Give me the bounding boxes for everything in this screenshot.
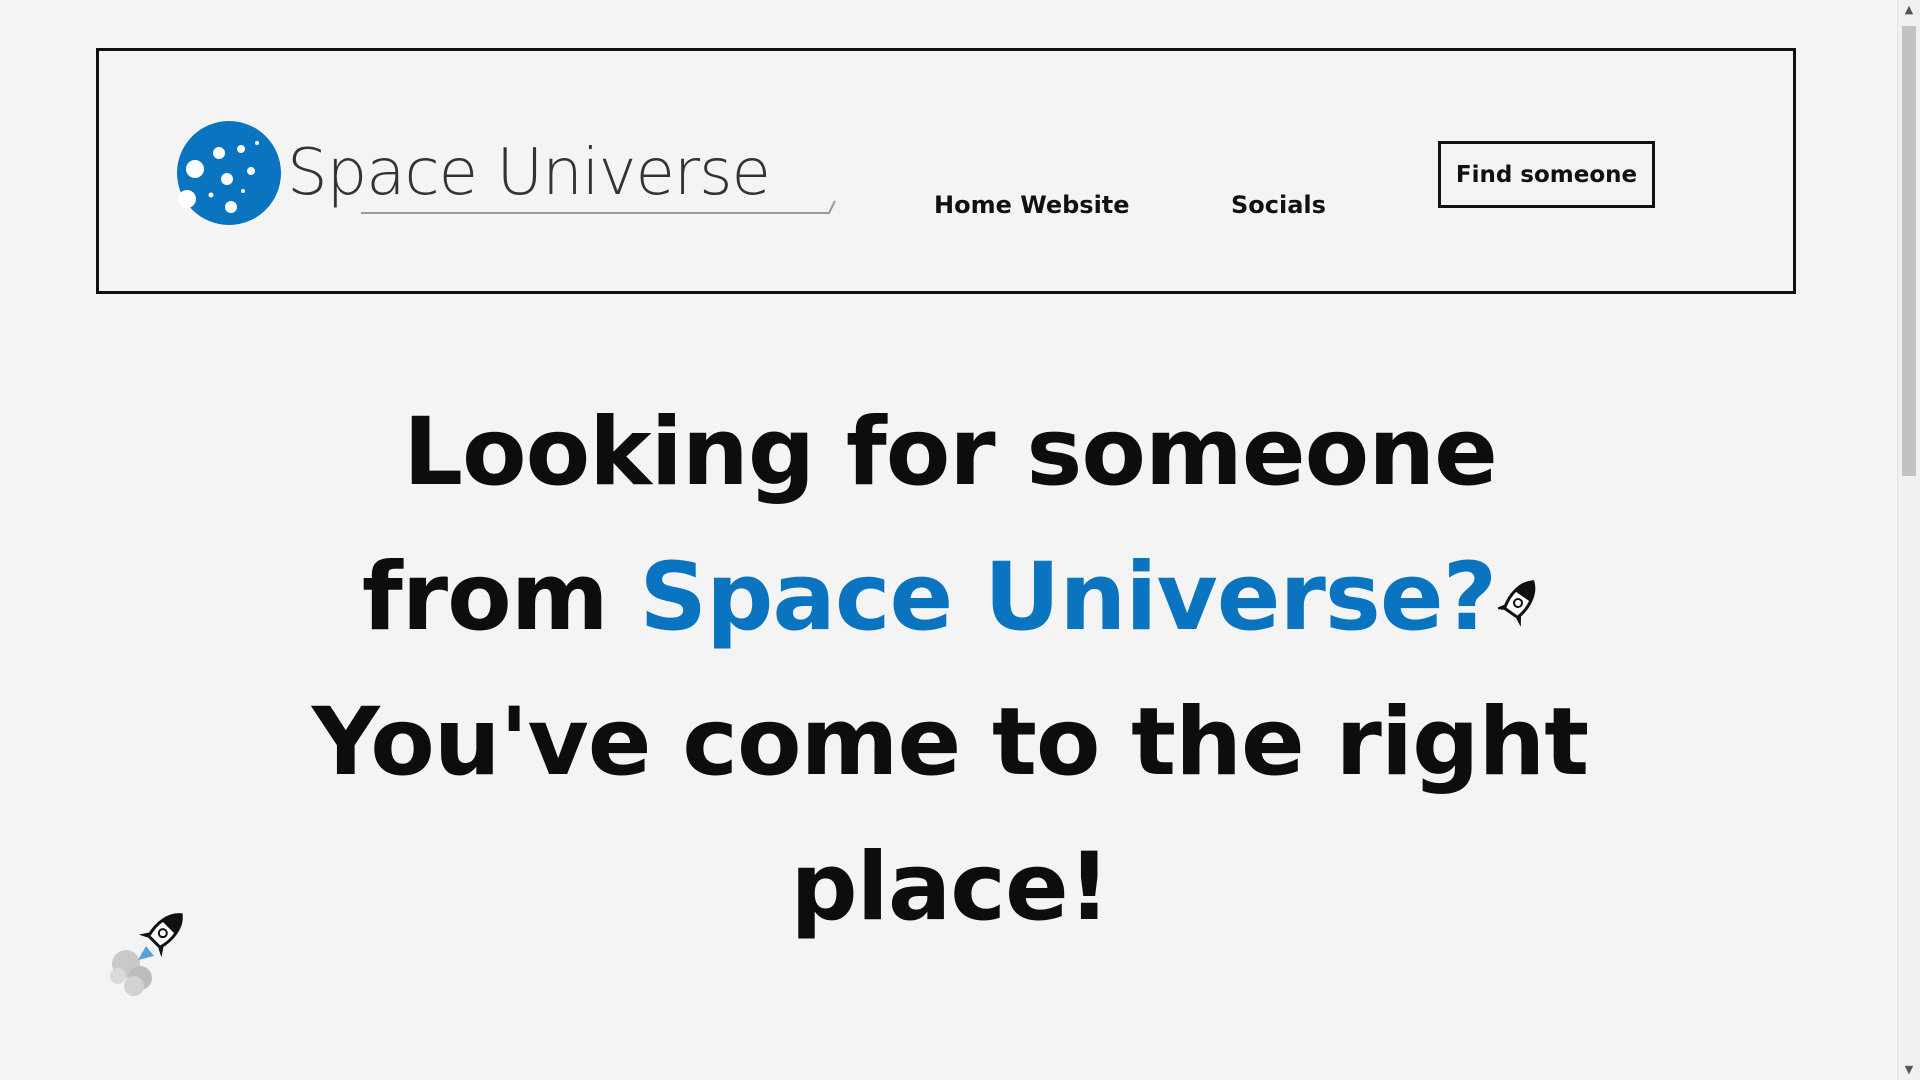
page: Space Universe Home Website Socials Find… <box>0 0 1920 1080</box>
hero-line-3: You've come to the right <box>311 688 1590 797</box>
hero-heading: Looking for someone from Space Universe?… <box>250 380 1650 960</box>
planet-logo-icon <box>177 121 281 225</box>
hero-line-2: from Space Universe? <box>250 525 1650 670</box>
logo-swoosh-icon <box>361 200 836 214</box>
hero-line-2-prefix: from <box>361 543 640 652</box>
hero-line-1: Looking for someone <box>403 398 1498 507</box>
scroll-up-arrow[interactable]: ▲ <box>1898 0 1920 20</box>
vertical-scrollbar[interactable]: ▲ ▼ <box>1897 0 1920 1080</box>
rocket-icon <box>1498 580 1536 628</box>
scroll-thumb[interactable] <box>1902 26 1916 476</box>
nav-home-website[interactable]: Home Website <box>934 191 1130 219</box>
hero-brand-accent: Space Universe? <box>639 543 1497 652</box>
rocket-launch-icon <box>110 913 183 996</box>
scroll-down-arrow[interactable]: ▼ <box>1898 1060 1920 1080</box>
hero-line-4: place! <box>790 833 1110 942</box>
nav-socials[interactable]: Socials <box>1231 191 1326 219</box>
site-header: Space Universe Home Website Socials Find… <box>96 48 1796 294</box>
find-someone-button[interactable]: Find someone <box>1438 141 1655 208</box>
